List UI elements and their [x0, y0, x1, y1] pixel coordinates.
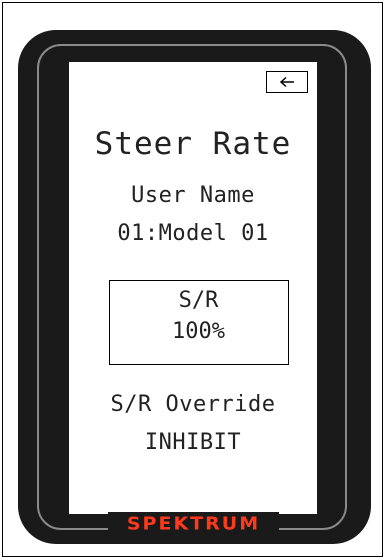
override-value[interactable]: INHIBIT — [69, 430, 317, 455]
lcd-screen: Steer Rate User Name 01:Model 01 S/R 100… — [69, 62, 317, 514]
model-name: 01:Model 01 — [117, 221, 269, 246]
steer-rate-value: 100% — [172, 319, 225, 344]
back-arrow-icon — [279, 76, 294, 88]
steer-rate-value-box[interactable]: S/R 100% — [109, 280, 289, 365]
steer-rate-label: S/R — [178, 288, 219, 313]
page-title: Steer Rate — [94, 126, 292, 162]
brand-plate: SPEKTRUM — [108, 512, 279, 536]
user-name-label: User Name — [131, 183, 255, 208]
brand-logo: SPEKTRUM — [126, 513, 261, 535]
back-button[interactable] — [266, 71, 308, 93]
override-label: S/R Override — [110, 392, 276, 417]
